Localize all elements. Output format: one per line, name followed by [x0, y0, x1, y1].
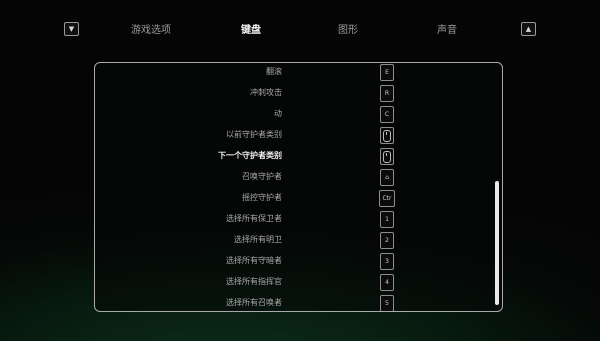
keybinding-row[interactable]: 选择所有保卫者 1 — [95, 210, 502, 230]
scrollbar[interactable] — [495, 71, 499, 305]
key-slot[interactable]: 2 — [380, 232, 394, 249]
action-label: 冲刺攻击 — [250, 88, 282, 97]
action-label: 选择所有指挥官 — [226, 277, 282, 286]
action-label: 下一个守护者类别 — [218, 151, 282, 160]
keybinding-row[interactable]: 选择所有守暗者 3 — [95, 252, 502, 272]
key-slot[interactable] — [380, 148, 394, 165]
keybinding-row[interactable]: 选择所有明卫 2 — [95, 231, 502, 251]
keybinding-row[interactable]: 以前守护者类别 — [95, 126, 502, 146]
action-label: 选择所有保卫者 — [226, 214, 282, 223]
action-label: 动 — [274, 109, 282, 118]
mouse-icon — [383, 130, 391, 142]
tab-sound[interactable]: 声音 — [437, 21, 457, 36]
key-slot[interactable]: 3 — [380, 253, 394, 270]
tab-graphics[interactable]: 图形 — [338, 21, 358, 36]
home-key-icon[interactable]: ⌂ — [380, 169, 394, 186]
key-slot[interactable]: R — [380, 85, 394, 102]
keybinding-row[interactable]: 动 C — [95, 105, 502, 125]
key-slot[interactable]: 1 — [380, 211, 394, 228]
scrollbar-thumb[interactable] — [495, 181, 499, 305]
key-slot[interactable]: 5 — [380, 295, 394, 311]
keybinding-row[interactable]: 选择所有指挥官 4 — [95, 273, 502, 293]
settings-tab-bar: ▼ 游戏选项 键盘 图形 声音 ▲ — [0, 16, 600, 38]
keybinding-row[interactable]: 冲刺攻击 R — [95, 84, 502, 104]
action-label: 以前守护者类别 — [226, 130, 282, 139]
action-label: 选择所有明卫 — [234, 235, 282, 244]
key-slot[interactable]: 4 — [380, 274, 394, 291]
mouse-icon — [383, 151, 391, 163]
action-label: 翻滚 — [266, 67, 282, 76]
action-label: 摇控守护者 — [242, 193, 282, 202]
key-slot[interactable]: C — [380, 106, 394, 123]
next-tab-button[interactable]: ▲ — [521, 22, 536, 36]
key-slot[interactable]: Ctr — [379, 190, 395, 207]
action-label: 召唤守护者 — [242, 172, 282, 181]
triangle-up-icon: ▲ — [525, 25, 532, 33]
triangle-down-icon: ▼ — [68, 25, 75, 33]
keybinding-row-selected[interactable]: 下一个守护者类别 — [95, 147, 502, 167]
key-slot[interactable]: E — [380, 64, 394, 81]
keybinding-row[interactable]: 选择所有召唤者 5 — [95, 294, 502, 311]
keybinding-row[interactable]: 召唤守护者 ⌂ — [95, 168, 502, 188]
keybinding-row[interactable]: 翻滚 E — [95, 63, 502, 83]
keybinding-row[interactable]: 摇控守护者 Ctr — [95, 189, 502, 209]
keybinding-panel: 翻滚 E 冲刺攻击 R 动 C 以前守护者类别 下一个守护者类别 召唤守护者 ⌂… — [94, 62, 503, 312]
action-label: 选择所有召唤者 — [226, 298, 282, 307]
tab-keyboard[interactable]: 键盘 — [241, 21, 261, 36]
tab-game-options[interactable]: 游戏选项 — [131, 21, 171, 36]
key-slot[interactable] — [380, 127, 394, 144]
prev-tab-button[interactable]: ▼ — [64, 22, 79, 36]
action-label: 选择所有守暗者 — [226, 256, 282, 265]
